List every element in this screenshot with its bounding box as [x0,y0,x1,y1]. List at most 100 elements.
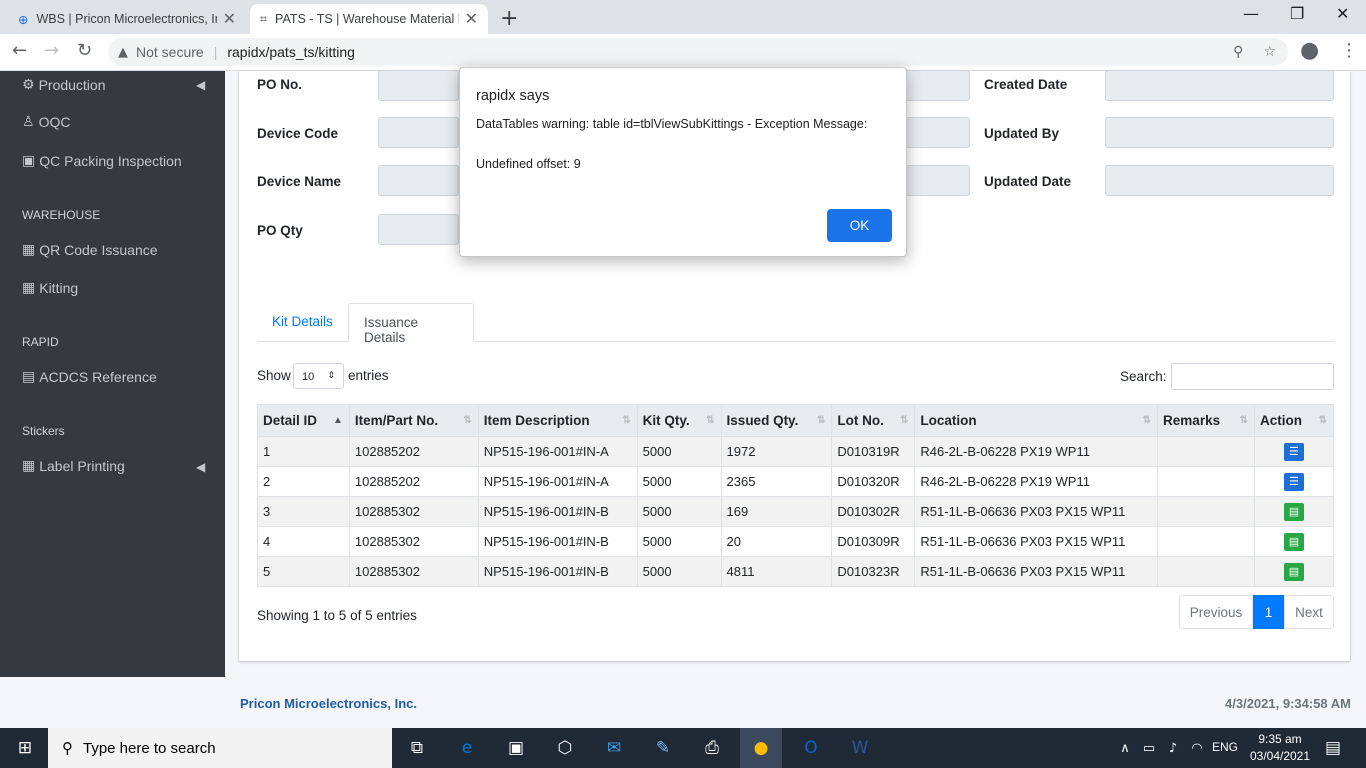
updated-by-field[interactable] [1105,117,1334,148]
close-window-icon[interactable]: ✕ [1336,4,1349,23]
middle-field-3[interactable] [906,165,970,196]
sidebar-item-oqc[interactable]: ♙ OQC [22,114,70,130]
page-1-button[interactable]: 1 [1253,595,1284,629]
previous-button[interactable]: Previous [1179,595,1253,629]
updated-date-field[interactable] [1105,165,1334,196]
profile-icon[interactable]: ● [1300,38,1319,63]
column-header[interactable]: Item Description ⇅ [477,404,638,437]
list-icon[interactable]: ☰ [1283,472,1304,491]
list-icon[interactable]: ☰ [1283,442,1304,461]
task-view-icon[interactable]: ⧉ [404,736,430,760]
browser-tab-wbs[interactable]: ⊕ WBS | Pricon Microelectronics, Inc. ✕ [8,4,246,34]
column-header[interactable]: Location ⇅ [914,404,1159,437]
sidebar-item-qc-packing[interactable]: ▣ QC Packing Inspection [22,153,182,169]
document-icon[interactable]: ▤ [1283,562,1304,581]
middle-field-1[interactable] [906,70,970,101]
warning-icon: ▲ [118,44,128,60]
column-header[interactable]: Lot No. ⇅ [831,404,916,437]
store-icon[interactable]: ▣ [503,736,529,760]
header-label: Detail ID [263,413,318,428]
sidebar-item-label-printing[interactable]: ▦ Label Printing [22,458,125,474]
volume-icon[interactable]: ♪ [1160,736,1186,760]
column-header[interactable]: Issued Qty. ⇅ [720,404,833,437]
tab-kit-details[interactable]: Kit Details [257,303,348,342]
footer-company[interactable]: Pricon Microelectronics, Inc. [240,696,417,711]
grid-icon: ▦ [22,242,36,258]
entries-select[interactable]: 10 ⇕ [293,363,344,389]
cell-location: R51-1L-B-06636 PX03 PX15 WP11 [914,526,1159,557]
close-tab-icon[interactable]: ✕ [465,9,478,29]
cell-issued-qty: 169 [720,496,833,527]
device-code-field[interactable] [378,117,459,148]
sidebar-item-qr-code-issuance[interactable]: ▦ QR Code Issuance [22,242,158,258]
document-icon[interactable]: ▤ [1283,532,1304,551]
minimize-icon[interactable]: — [1243,4,1259,23]
forward-icon[interactable]: → [44,40,59,61]
column-header[interactable]: Kit Qty. ⇅ [636,404,722,437]
new-tab-icon[interactable]: + [500,6,518,31]
search-input[interactable] [1171,363,1334,390]
document-icon[interactable]: ▤ [1283,502,1304,521]
header-label: Location [920,413,977,428]
header-label: Lot No. [837,413,884,428]
cell-remarks [1157,556,1255,587]
created-date-field[interactable] [1105,70,1334,101]
column-header[interactable]: Remarks ⇅ [1157,404,1255,437]
close-tab-icon[interactable]: ✕ [223,9,236,29]
chrome-icon[interactable]: ● [740,728,782,768]
cell-description: NP515-196-001#IN-B [477,526,638,557]
cell-kit-qty: 5000 [636,496,722,527]
zoom-icon[interactable]: ⚲ [1233,44,1243,60]
windows-taskbar: ⊞ ⚲ Type here to search ⧉ e ▣ ⬡ ✉ ✎ ⎙ ● … [0,728,1366,768]
clock-time[interactable]: 9:35 am [1250,732,1310,746]
restore-icon[interactable]: ❐ [1290,4,1304,23]
app-cube-icon[interactable]: ⬡ [552,736,578,760]
language-indicator[interactable]: ENG [1212,740,1238,754]
star-icon[interactable]: ☆ [1263,44,1276,60]
sort-icon: ⇅ [463,415,472,426]
battery-icon[interactable]: ▭ [1136,736,1162,760]
back-icon[interactable]: ← [12,40,27,61]
updown-icon: ⇕ [327,371,335,381]
browser-tab-pats[interactable]: ⌗ PATS - TS | Warehouse Material Kitting… [250,4,488,34]
reload-icon[interactable]: ↻ [77,40,92,61]
cell-lot-no: D010323R [831,556,916,587]
next-button[interactable]: Next [1284,595,1334,629]
outlook-icon[interactable]: O [798,736,824,760]
device-name-field[interactable] [378,165,459,196]
dialog-title: rapidx says [476,88,550,104]
sidebar-item-acdcs-reference[interactable]: ▤ ACDCS Reference [22,369,157,385]
po-no-field[interactable] [378,70,459,101]
tab-issuance-details[interactable]: Issuance Details [348,303,474,345]
table-row: 1 102885202 NP515-196-001#IN-A 5000 1972… [257,436,1335,467]
po-qty-field[interactable] [378,214,459,245]
mail-icon[interactable]: ✉ [601,736,627,760]
printer-icon[interactable]: ⎙ [699,736,725,760]
microscope-icon: ♙ [22,114,35,130]
header-label: Issued Qty. [726,413,799,428]
menu-icon[interactable]: ⋮ [1340,40,1358,61]
sidebar-item-kitting[interactable]: ▦ Kitting [22,280,78,296]
column-header[interactable]: Item/Part No. ⇅ [348,404,479,437]
taskbar-search[interactable]: ⚲ Type here to search [48,728,392,768]
clock-date[interactable]: 03/04/2021 [1244,749,1316,763]
word-icon[interactable]: W [847,736,873,760]
sidebar-item-label: Production [38,77,106,93]
dialog-message: DataTables warning: table id=tblViewSubK… [476,117,868,131]
cell-remarks [1157,466,1255,497]
column-header[interactable]: Detail ID ▲ [257,404,350,437]
chevron-up-icon[interactable]: ∧ [1112,736,1138,760]
network-icon[interactable]: ◠ [1184,736,1210,760]
notifications-icon[interactable]: ▤ [1320,736,1346,760]
windows-start-icon[interactable]: ⊞ [12,736,38,760]
sidebar-header-stickers: Stickers [22,424,65,438]
alert-dialog: rapidx says DataTables warning: table id… [459,67,907,257]
app-tool-icon[interactable]: ✎ [650,736,676,760]
edge-icon[interactable]: e [454,736,480,760]
middle-field-2[interactable] [906,117,970,148]
url-field[interactable]: ▲ Not secure | rapidx/pats_ts/kitting ⚲ … [108,38,1288,66]
sidebar-item-production[interactable]: ⚙ Production [22,77,106,93]
column-header[interactable]: Action ⇅ [1253,404,1335,437]
browser-tab-bar: ⊕ WBS | Pricon Microelectronics, Inc. ✕ … [0,0,1366,34]
ok-button[interactable]: OK [827,209,892,242]
